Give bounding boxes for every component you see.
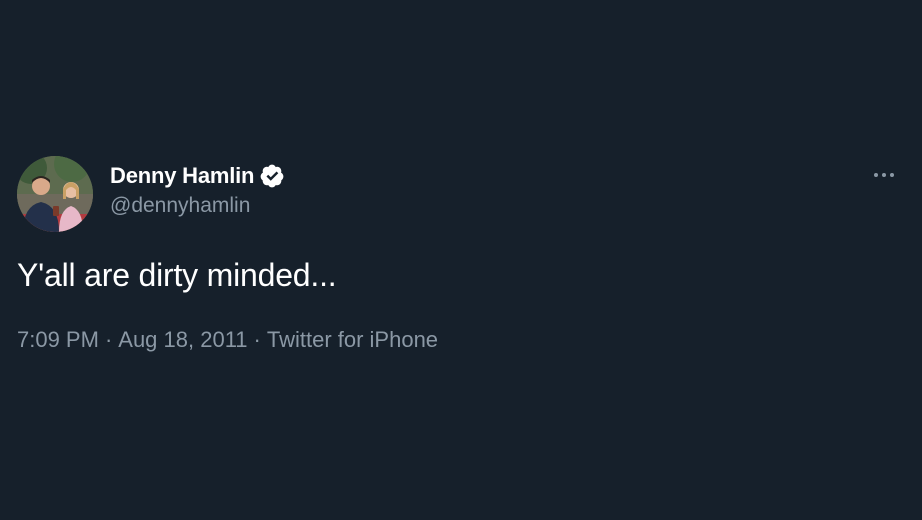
tweet-meta: 7:09 PM · Aug 18, 2011 · Twitter for iPhone: [17, 327, 438, 353]
author-name-row[interactable]: Denny Hamlin: [110, 161, 285, 191]
author-handle[interactable]: @dennyhamlin: [110, 194, 250, 218]
more-dot: [882, 173, 886, 177]
tweet-text: Y'all are dirty minded...: [17, 257, 337, 293]
meta-separator: ·: [253, 327, 261, 352]
tweet-date[interactable]: Aug 18, 2011: [118, 327, 247, 352]
avatar[interactable]: [17, 156, 93, 232]
tweet-time[interactable]: 7:09 PM: [17, 327, 99, 352]
verified-badge-icon: [259, 163, 285, 189]
more-horizontal-icon: [874, 173, 878, 177]
tweet-source[interactable]: Twitter for iPhone: [267, 327, 438, 352]
more-dot: [890, 173, 894, 177]
more-options-button[interactable]: [866, 164, 902, 186]
meta-separator: ·: [104, 327, 113, 352]
tweet-card: Denny Hamlin @dennyhamlin Y'all are dirt…: [0, 0, 922, 520]
display-name[interactable]: Denny Hamlin: [110, 163, 254, 189]
profile-photo-icon: [17, 156, 93, 232]
